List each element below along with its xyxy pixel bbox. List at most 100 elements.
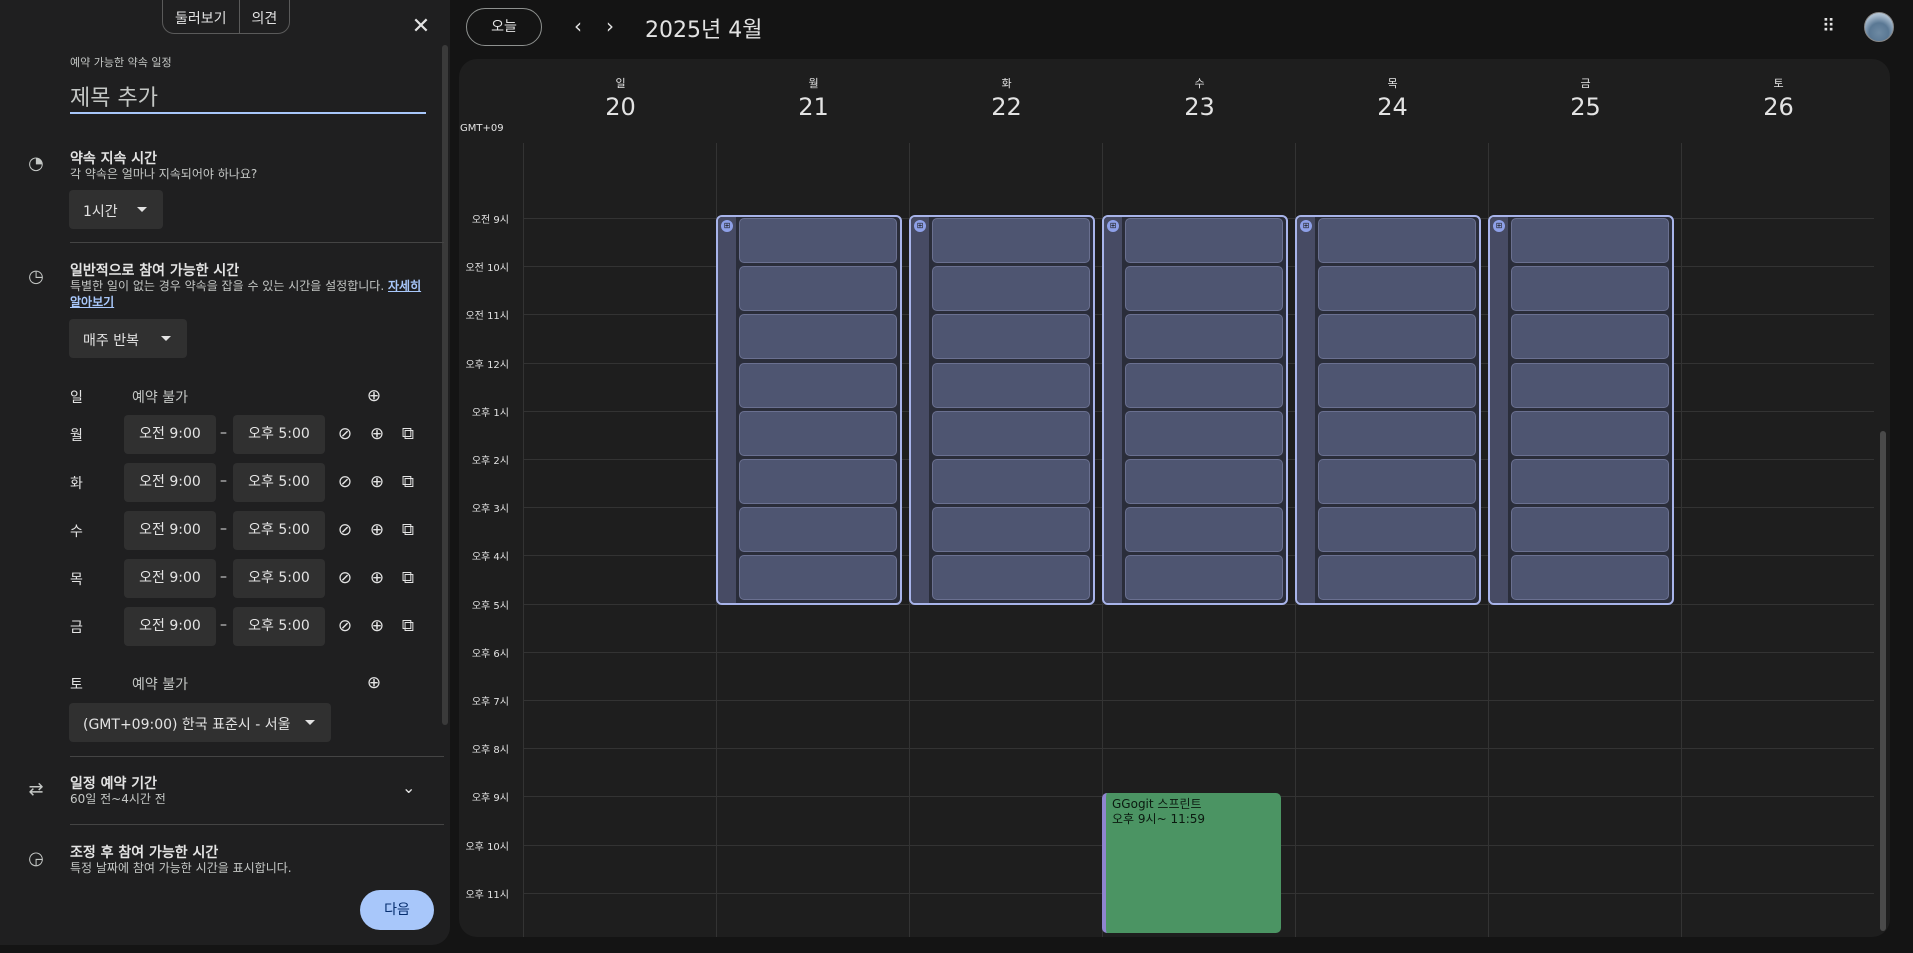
day-header[interactable]: 금 25 (1489, 59, 1682, 121)
availability-block[interactable]: ⊞ (909, 215, 1095, 605)
bookable-slot[interactable] (932, 218, 1090, 263)
bookable-slot[interactable] (1125, 411, 1283, 456)
day-header[interactable]: 일 20 (524, 59, 717, 121)
add-circle-icon[interactable]: ⊕ (366, 519, 388, 541)
copy-icon[interactable]: ⧉ (397, 615, 419, 637)
next-button[interactable]: 다음 (360, 890, 434, 930)
bookable-slot[interactable] (1318, 507, 1476, 552)
block-icon[interactable]: ⊘ (334, 615, 356, 637)
add-circle-icon[interactable]: ⊕ (366, 615, 388, 637)
bookable-slot[interactable] (932, 459, 1090, 504)
tab-feedback[interactable]: 의견 (238, 0, 290, 33)
bookable-slot[interactable] (1318, 459, 1476, 504)
calendar-scrollbar[interactable] (1880, 431, 1886, 931)
bookable-slot[interactable] (739, 266, 897, 311)
bookable-slot[interactable] (932, 363, 1090, 408)
block-icon[interactable]: ⊘ (334, 423, 356, 445)
chevron-down-icon[interactable]: ⌄ (402, 778, 415, 797)
adjusted-title[interactable]: 조정 후 참여 가능한 시간 (70, 842, 218, 862)
avatar[interactable] (1864, 12, 1894, 42)
day-header[interactable]: 토 26 (1682, 59, 1875, 121)
bookable-slot[interactable] (1125, 363, 1283, 408)
bookable-slot[interactable] (1318, 363, 1476, 408)
start-time-field[interactable]: 오전 9:00 (124, 415, 216, 454)
timezone-dropdown[interactable]: (GMT+09:00) 한국 표준시 - 서울 (69, 703, 331, 742)
bookable-slot[interactable] (1318, 314, 1476, 359)
bookable-slot[interactable] (1511, 266, 1669, 311)
copy-icon[interactable]: ⧉ (397, 567, 419, 589)
start-time-field[interactable]: 오전 9:00 (124, 511, 216, 550)
end-time-field[interactable]: 오후 5:00 (233, 511, 325, 550)
bookable-slot[interactable] (1125, 314, 1283, 359)
title-input[interactable]: 제목 추가 (70, 78, 426, 114)
add-circle-icon[interactable]: ⊕ (366, 471, 388, 493)
today-button[interactable]: 오늘 (466, 8, 542, 46)
day-header[interactable]: 월 21 (717, 59, 910, 121)
bookable-slot[interactable] (1125, 459, 1283, 504)
copy-icon[interactable]: ⧉ (397, 423, 419, 445)
day-number[interactable]: 25 (1489, 93, 1682, 121)
bookable-slot[interactable] (739, 507, 897, 552)
start-time-field[interactable]: 오전 9:00 (124, 463, 216, 502)
bookable-slot[interactable] (932, 266, 1090, 311)
bookable-slot[interactable] (739, 218, 897, 263)
copy-icon[interactable]: ⧉ (397, 519, 419, 541)
bookable-slot[interactable] (1125, 507, 1283, 552)
bookable-slot[interactable] (1318, 266, 1476, 311)
start-time-field[interactable]: 오전 9:00 (124, 559, 216, 598)
day-number[interactable]: 21 (717, 93, 910, 121)
calendar-event[interactable]: GGogit 스프린트 오후 9시~ 11:59 (1102, 793, 1281, 933)
panel-scrollbar[interactable] (442, 45, 448, 725)
bookable-slot[interactable] (1511, 507, 1669, 552)
start-time-field[interactable]: 오전 9:00 (124, 607, 216, 646)
repeat-dropdown[interactable]: 매주 반복 (69, 319, 187, 358)
availability-block[interactable]: ⊞ (1295, 215, 1481, 605)
day-header[interactable]: 수 23 (1103, 59, 1296, 121)
day-number[interactable]: 20 (524, 93, 717, 121)
duration-dropdown[interactable]: 1시간 (69, 190, 163, 229)
block-icon[interactable]: ⊘ (334, 567, 356, 589)
bookable-slot[interactable] (932, 411, 1090, 456)
tab-tour[interactable]: 둘러보기 (163, 0, 239, 33)
availability-block[interactable]: ⊞ (1488, 215, 1674, 605)
bookable-slot[interactable] (932, 314, 1090, 359)
bookable-slot[interactable] (1318, 411, 1476, 456)
bookable-slot[interactable] (1511, 459, 1669, 504)
bookable-slot[interactable] (932, 555, 1090, 600)
bookable-slot[interactable] (739, 411, 897, 456)
bookable-slot[interactable] (1511, 218, 1669, 263)
availability-block[interactable]: ⊞ (716, 215, 902, 605)
bookable-slot[interactable] (1318, 555, 1476, 600)
block-icon[interactable]: ⊘ (334, 519, 356, 541)
bookable-slot[interactable] (1511, 555, 1669, 600)
bookable-slot[interactable] (1125, 266, 1283, 311)
day-number[interactable]: 26 (1682, 93, 1875, 121)
apps-grid-icon[interactable]: ⠿ (1822, 16, 1835, 37)
chevron-right-icon[interactable]: › (598, 14, 622, 38)
bookable-slot[interactable] (1318, 218, 1476, 263)
chevron-left-icon[interactable]: ‹ (566, 14, 590, 38)
bookable-slot[interactable] (739, 363, 897, 408)
close-icon[interactable]: ✕ (408, 14, 434, 40)
bookable-slot[interactable] (1511, 314, 1669, 359)
bookable-slot[interactable] (932, 507, 1090, 552)
copy-icon[interactable]: ⧉ (397, 471, 419, 493)
end-time-field[interactable]: 오후 5:00 (233, 559, 325, 598)
end-time-field[interactable]: 오후 5:00 (233, 415, 325, 454)
day-header[interactable]: 목 24 (1296, 59, 1489, 121)
add-circle-icon[interactable]: ⊕ (366, 567, 388, 589)
booking-window-title[interactable]: 일정 예약 기간 (70, 773, 157, 793)
day-number[interactable]: 24 (1296, 93, 1489, 121)
bookable-slot[interactable] (1125, 555, 1283, 600)
availability-block[interactable]: ⊞ (1102, 215, 1288, 605)
day-number[interactable]: 22 (910, 93, 1103, 121)
day-header[interactable]: 화 22 (910, 59, 1103, 121)
end-time-field[interactable]: 오후 5:00 (233, 607, 325, 646)
bookable-slot[interactable] (739, 555, 897, 600)
block-icon[interactable]: ⊘ (334, 471, 356, 493)
add-circle-icon[interactable]: ⊕ (366, 423, 388, 445)
end-time-field[interactable]: 오후 5:00 (233, 463, 325, 502)
bookable-slot[interactable] (1511, 363, 1669, 408)
bookable-slot[interactable] (1125, 218, 1283, 263)
add-circle-icon[interactable]: ⊕ (363, 672, 385, 694)
